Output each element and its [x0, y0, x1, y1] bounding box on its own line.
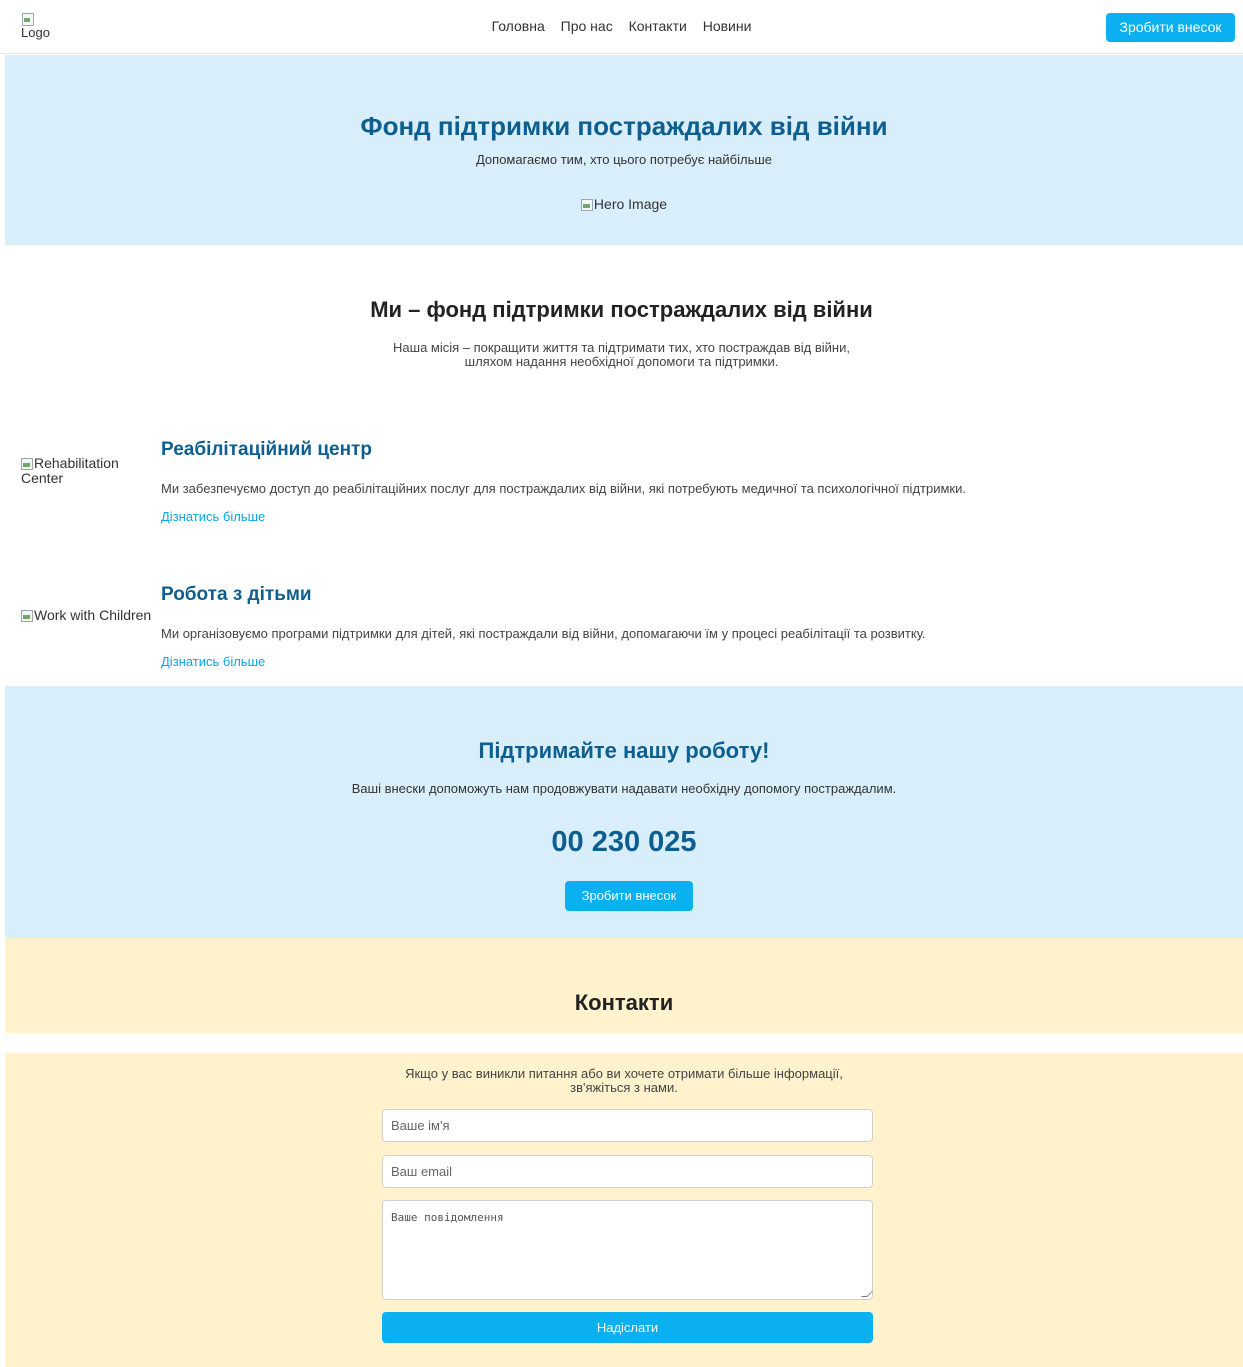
hero-subtitle: Допомагаємо тим, хто цього потребує найб…	[475, 152, 773, 167]
image-alt-text: Rehabilitation	[34, 455, 119, 471]
main-nav: Головна Про нас Контакти Новини	[0, 18, 1243, 34]
service-title: Реабілітаційний центр	[161, 439, 372, 460]
name-field[interactable]: Ваше ім'я	[382, 1109, 873, 1142]
support-text: Ваші внески допоможуть нам продовжувати …	[351, 781, 897, 796]
broken-image-icon	[580, 198, 593, 211]
support-donate-button[interactable]: Зробити внесок	[565, 881, 693, 911]
contacts-intro-line: Якщо у вас виникли питання або ви хочете…	[405, 1066, 843, 1081]
about-text-line: Наша місія – покращити життя та підтрима…	[393, 340, 850, 355]
nav-item-contacts[interactable]: Контакти	[629, 18, 687, 34]
hero-image-alt: Hero Image	[593, 196, 668, 212]
nav-item-news[interactable]: Новини	[703, 18, 752, 34]
support-section: Підтримайте нашу роботу! Ваші внески доп…	[5, 686, 1243, 938]
broken-image-icon	[21, 457, 33, 470]
donation-counter: 00 230 025	[551, 826, 697, 858]
service-description: Ми забезпечуємо доступ до реабілітаційни…	[161, 481, 966, 496]
service-description: Ми організовуємо програми підтримки для …	[161, 626, 926, 641]
service-title: Робота з дітьми	[161, 584, 312, 605]
hero-section: Фонд підтримки постраждалих від війни До…	[5, 55, 1243, 245]
email-field[interactable]: Ваш email	[382, 1155, 873, 1188]
nav-item-home[interactable]: Головна	[492, 18, 545, 34]
nav-item-about[interactable]: Про нас	[561, 18, 613, 34]
message-placeholder: Ваше повідомлення	[391, 1211, 504, 1224]
resize-handle-icon[interactable]	[861, 1291, 873, 1297]
image-alt-text: Work with Children	[34, 607, 152, 623]
contacts-title: Контакти	[574, 990, 674, 1015]
site-header: Logo Головна Про нас Контакти Новини Зро…	[0, 0, 1243, 54]
about-text: Наша місія – покращити життя та підтрима…	[0, 341, 1243, 369]
hero-title: Фонд підтримки постраждалих від війни	[360, 111, 888, 141]
submit-button[interactable]: Надіслати	[382, 1312, 873, 1343]
contact-form: Якщо у вас виникли питання або ви хочете…	[5, 1053, 1243, 1367]
contacts-intro-line: зв'яжіться з нами.	[570, 1080, 678, 1095]
learn-more-link[interactable]: Дізнатись більше	[161, 654, 265, 669]
contacts-header: Контакти	[5, 938, 1243, 1033]
about-text-line: шляхом надання необхідної допомоги та пі…	[464, 354, 779, 369]
learn-more-link[interactable]: Дізнатись більше	[161, 509, 265, 524]
rehabilitation-image: Rehabilitation Center	[21, 456, 151, 486]
about-title: Ми – фонд підтримки постраждалих від вій…	[370, 297, 873, 322]
header-donate-button[interactable]: Зробити внесок	[1106, 13, 1235, 42]
message-field[interactable]: Ваше повідомлення	[382, 1200, 873, 1300]
children-image: Work with Children	[21, 608, 161, 623]
hero-image: Hero Image	[5, 196, 1243, 212]
broken-image-icon	[21, 609, 33, 622]
support-title: Підтримайте нашу роботу!	[478, 738, 770, 763]
image-alt-text: Center	[21, 470, 64, 486]
contacts-intro: Якщо у вас виникли питання або ви хочете…	[5, 1067, 1243, 1095]
